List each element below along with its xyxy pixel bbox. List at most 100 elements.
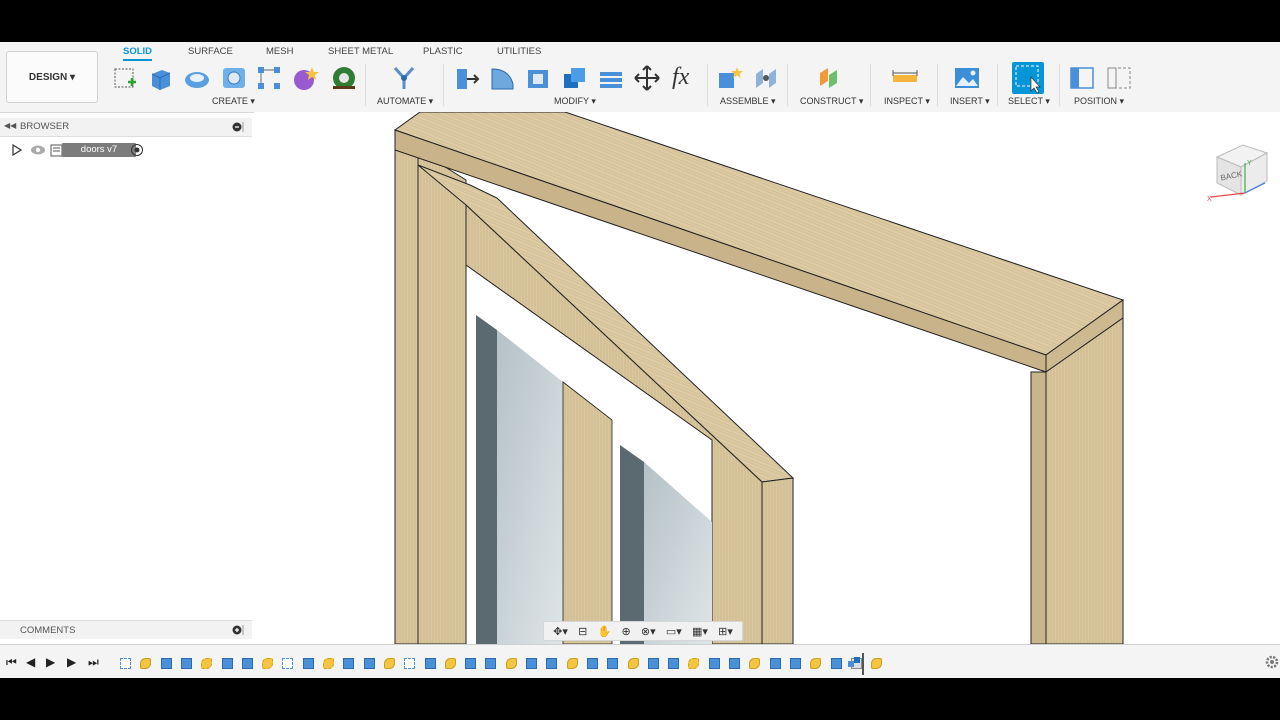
timeline-feature-icon[interactable] [789, 658, 801, 669]
display-settings-icon[interactable]: ▭▾ [666, 625, 682, 638]
modify-group-label[interactable]: MODIFY ▾ [554, 96, 596, 107]
timeline-feature-icon[interactable] [769, 658, 781, 669]
capture-position-icon[interactable] [1068, 64, 1096, 92]
timeline-feature-icon[interactable] [404, 658, 416, 669]
viewports-icon[interactable]: ⊞▾ [718, 625, 733, 638]
timeline-feature-icon[interactable] [160, 658, 172, 669]
timeline-feature-icon[interactable] [749, 658, 761, 669]
construct-group-label[interactable]: CONSTRUCT ▾ [800, 96, 863, 107]
timeline-marker-icon[interactable] [846, 653, 866, 675]
expand-icon[interactable] [12, 144, 22, 156]
design-workspace-button[interactable]: DESIGN ▾ [6, 51, 98, 103]
timeline-feature-icon[interactable] [221, 658, 233, 669]
move-icon[interactable] [633, 64, 661, 92]
create-group-label[interactable]: CREATE ▾ [212, 96, 255, 107]
inspect-group-label[interactable]: INSPECT ▾ [884, 96, 930, 107]
activate-radio-icon[interactable] [130, 143, 144, 157]
timeline-settings-gear-icon[interactable] [1265, 655, 1279, 669]
timeline-feature-icon[interactable] [810, 658, 822, 669]
document-name-label[interactable]: doors v7 [62, 143, 136, 157]
look-at-icon[interactable]: ⊟ [578, 625, 587, 638]
play-icon[interactable]: ▶ [46, 655, 55, 669]
timeline-feature-icon[interactable] [323, 658, 334, 669]
canvas-viewport[interactable] [254, 112, 1280, 644]
timeline-feature-icon[interactable] [140, 658, 152, 669]
automate-group-label[interactable]: AUTOMATE ▾ [377, 96, 433, 107]
select-tool-button[interactable] [1012, 62, 1044, 94]
fillet-icon[interactable] [489, 64, 517, 92]
first-icon[interactable]: ⏮ [6, 655, 17, 670]
timeline-feature-icon[interactable] [201, 658, 213, 669]
next-icon[interactable]: ▶ [67, 655, 76, 669]
tab-plastic[interactable]: PLASTIC [423, 45, 463, 59]
grid-settings-icon[interactable]: ▦▾ [692, 625, 708, 638]
timeline-feature-icon[interactable] [505, 658, 517, 669]
timeline-feature-icon[interactable] [668, 658, 680, 669]
pan-hand-icon[interactable]: ✋ [598, 625, 612, 638]
timeline-feature-icon[interactable] [262, 658, 274, 669]
timeline-feature-icon[interactable] [120, 658, 131, 669]
add-comment-icon[interactable] [232, 624, 244, 636]
select-group-label[interactable]: SELECT ▾ [1008, 96, 1050, 107]
automate-icon[interactable] [390, 64, 418, 92]
new-component-icon[interactable] [716, 64, 744, 92]
tab-sheet-metal[interactable]: SHEET METAL [328, 45, 393, 59]
pattern-icon[interactable] [255, 64, 283, 92]
timeline-feature-icon[interactable] [363, 658, 375, 669]
timeline-feature-icon[interactable] [526, 658, 537, 669]
position-group-label[interactable]: POSITION ▾ [1074, 96, 1124, 107]
combine-icon[interactable] [561, 64, 589, 92]
zoom-icon[interactable]: ⊕ [621, 625, 630, 638]
hole-icon[interactable] [220, 64, 248, 92]
tab-mesh[interactable]: MESH [266, 45, 293, 59]
timeline-feature-icon[interactable] [627, 658, 639, 669]
timeline-feature-icon[interactable] [871, 658, 883, 669]
collapse-panel-icon[interactable]: ◀◀ [4, 121, 16, 130]
timeline-feature-icon[interactable] [688, 658, 700, 669]
tab-solid[interactable]: SOLID [123, 45, 153, 61]
extrude-icon[interactable] [147, 64, 175, 92]
comments-header[interactable]: COMMENTS [0, 620, 252, 639]
offset-face-icon[interactable] [597, 64, 625, 92]
timeline-feature-icon[interactable] [566, 658, 578, 669]
timeline-feature-icon[interactable] [830, 658, 842, 669]
form-icon[interactable] [291, 64, 319, 92]
timeline-feature-icon[interactable] [444, 658, 456, 669]
tab-utilities[interactable]: UTILITIES [497, 45, 541, 59]
timeline-feature-icon[interactable] [546, 658, 558, 669]
timeline-feature-icon[interactable] [647, 658, 659, 669]
timeline-feature-icon[interactable] [424, 658, 436, 669]
zoom-window-icon[interactable]: ⊗▾ [641, 625, 656, 638]
shell-icon[interactable] [525, 64, 553, 92]
timeline-feature-icon[interactable] [180, 658, 192, 669]
last-icon[interactable]: ⏭ [88, 655, 99, 670]
visibility-eye-icon[interactable] [30, 144, 46, 156]
revert-position-icon[interactable] [1105, 64, 1133, 92]
timeline-feature-icon[interactable] [607, 658, 619, 669]
browser-tree-item-document[interactable]: doors v7 [10, 142, 250, 158]
timeline-feature-icon[interactable] [383, 658, 395, 669]
browser-options-icon[interactable] [232, 121, 244, 133]
previous-icon[interactable]: ◀ [26, 655, 35, 669]
assemble-group-label[interactable]: ASSEMBLE ▾ [720, 96, 776, 107]
viewcube[interactable]: BACK X Y [1205, 135, 1275, 205]
tab-surface[interactable]: SURFACE [188, 45, 233, 59]
joint-icon[interactable] [752, 64, 780, 92]
timeline-feature-icon[interactable] [586, 658, 598, 669]
timeline-feature-icon[interactable] [282, 658, 294, 669]
timeline-feature-icon[interactable] [465, 658, 477, 669]
timeline-feature-icon[interactable] [485, 658, 497, 669]
timeline-feature-icon[interactable] [708, 658, 720, 669]
press-pull-icon[interactable] [453, 64, 481, 92]
timeline-feature-icon[interactable] [302, 658, 314, 669]
sketch-icon[interactable] [112, 64, 140, 92]
insert-group-label[interactable]: INSERT ▾ [950, 96, 990, 107]
timeline-feature-icon[interactable] [343, 658, 355, 669]
insert-image-icon[interactable] [953, 64, 981, 92]
orbit-icon[interactable]: ✥▾ [553, 625, 568, 638]
timeline-feature-icon[interactable] [241, 658, 253, 669]
parameters-icon[interactable]: fx [672, 64, 689, 91]
revolve-icon[interactable] [183, 64, 211, 92]
insert-mesh-icon[interactable] [330, 64, 358, 92]
measure-icon[interactable] [891, 64, 919, 92]
